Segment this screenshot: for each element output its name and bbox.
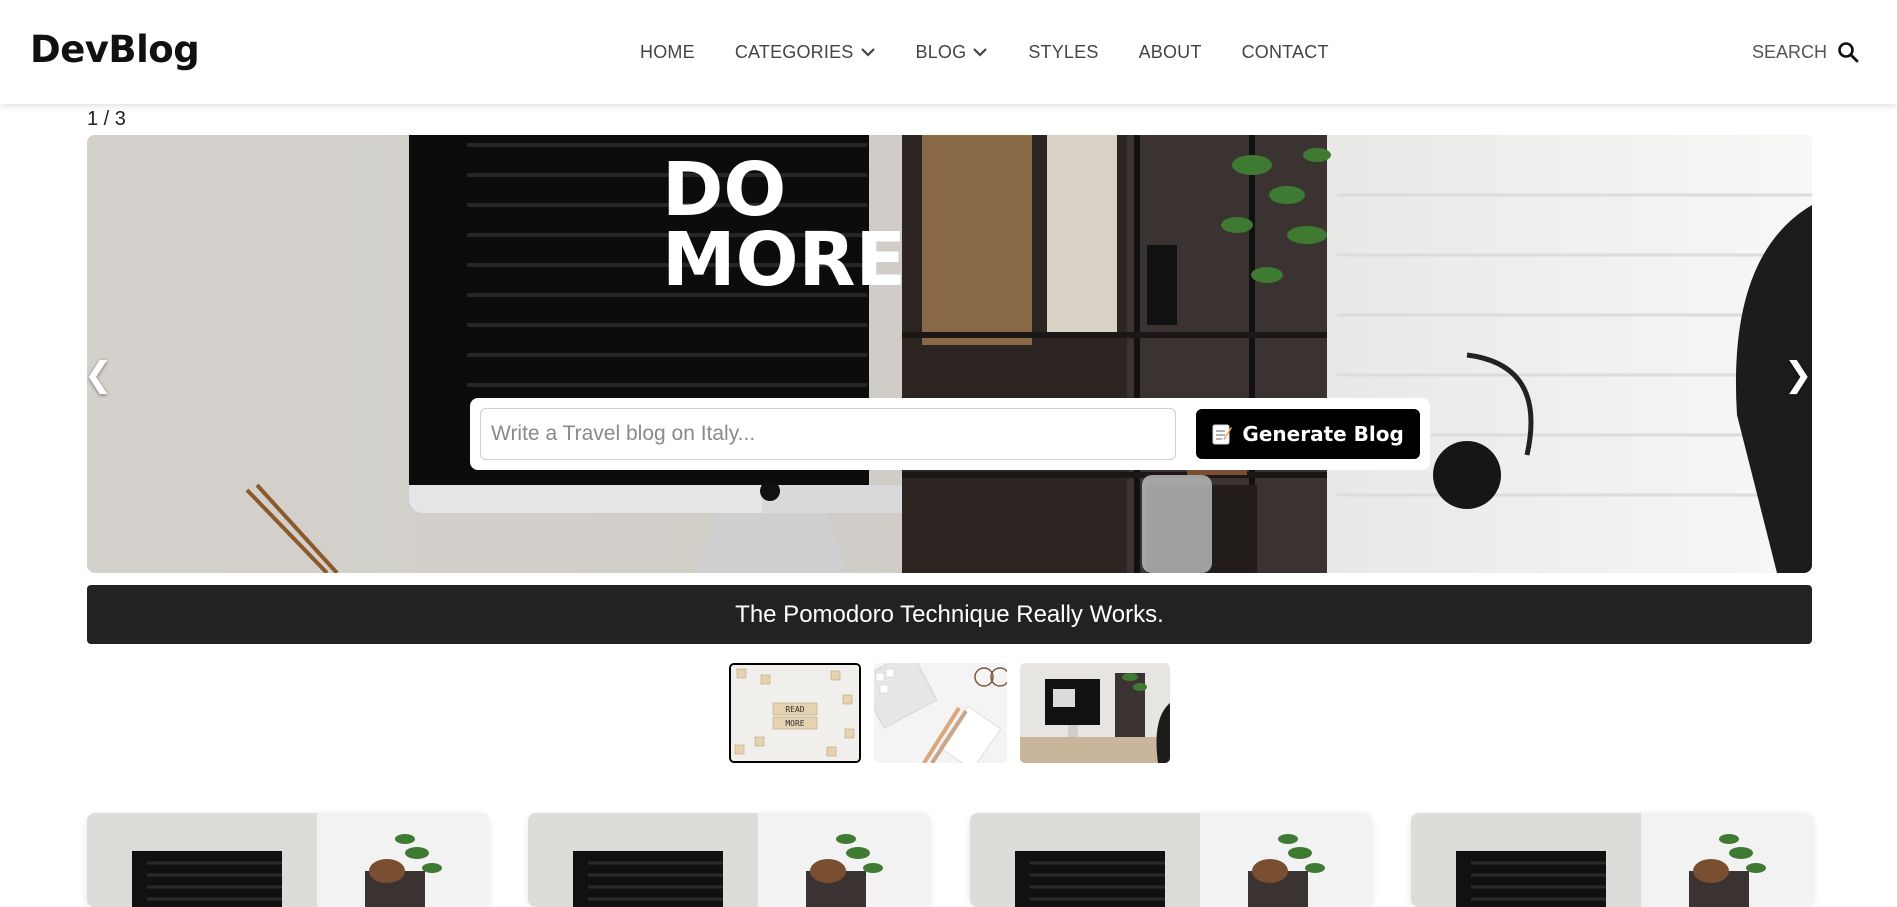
slider-next-arrow[interactable]: ❯ <box>1784 355 1813 395</box>
card-image <box>528 813 930 907</box>
nav-item-label: CATEGORIES <box>734 41 854 62</box>
slide-caption: The Pomodoro Technique Really Works. <box>87 585 1812 644</box>
keyboard-desk-image <box>874 663 1007 763</box>
nav-item-label: HOME <box>640 41 695 62</box>
slide-counter: 1 / 3 <box>87 108 126 130</box>
search-toggle[interactable]: SEARCH <box>1752 0 1859 104</box>
blog-card[interactable] <box>1411 813 1813 907</box>
read-more-tiles-image: READ MORE <box>731 665 859 761</box>
thumb-text: MORE <box>785 719 804 728</box>
nav-item-about[interactable]: ABOUT <box>1139 42 1202 63</box>
card-image <box>87 813 489 907</box>
chevron-down-icon <box>973 48 988 57</box>
nav-item-home[interactable]: HOME <box>640 42 695 63</box>
wall-text: MORE. <box>662 217 934 303</box>
blog-card[interactable] <box>528 813 930 907</box>
nav-item-categories[interactable]: CATEGORIES <box>735 42 876 63</box>
thumb-text: READ <box>785 705 804 714</box>
site-logo[interactable]: DevBlog <box>30 28 200 71</box>
blog-prompt-input[interactable] <box>480 408 1177 460</box>
blog-generator: Generate Blog <box>470 398 1430 470</box>
nav-item-label: BLOG <box>915 41 967 62</box>
thumbnail-keyboard-desk[interactable] <box>874 663 1007 763</box>
workspace-photo: DO MORE. <box>87 135 1812 573</box>
nav-item-contact[interactable]: CONTACT <box>1242 42 1329 63</box>
hero-slide-image: DO MORE. <box>87 135 1812 573</box>
main-nav: HOME CATEGORIES BLOG STYLES ABOUT CONTAC… <box>640 0 1369 104</box>
memo-icon <box>1212 424 1233 445</box>
nav-item-label: CONTACT <box>1241 41 1329 62</box>
generate-blog-button[interactable]: Generate Blog <box>1196 409 1420 459</box>
nav-item-blog[interactable]: BLOG <box>916 42 989 63</box>
blog-card[interactable] <box>970 813 1372 907</box>
nav-item-label: ABOUT <box>1138 41 1202 62</box>
generate-blog-label: Generate Blog <box>1242 422 1404 446</box>
site-header: DevBlog HOME CATEGORIES BLOG STYLES ABOU… <box>0 0 1897 104</box>
search-label: SEARCH <box>1751 41 1827 62</box>
imac-workspace-image <box>1020 663 1170 763</box>
slider-prev-arrow[interactable]: ❮ <box>84 355 113 395</box>
nav-item-styles[interactable]: STYLES <box>1028 42 1098 63</box>
thumbnail-imac-workspace[interactable] <box>1020 663 1170 763</box>
card-image <box>1411 813 1813 907</box>
thumbnail-read-more[interactable]: READ MORE <box>729 663 861 763</box>
card-image <box>970 813 1372 907</box>
nav-item-label: STYLES <box>1028 41 1099 62</box>
blog-card[interactable] <box>87 813 489 907</box>
chevron-down-icon <box>860 48 875 57</box>
search-icon <box>1838 42 1859 63</box>
